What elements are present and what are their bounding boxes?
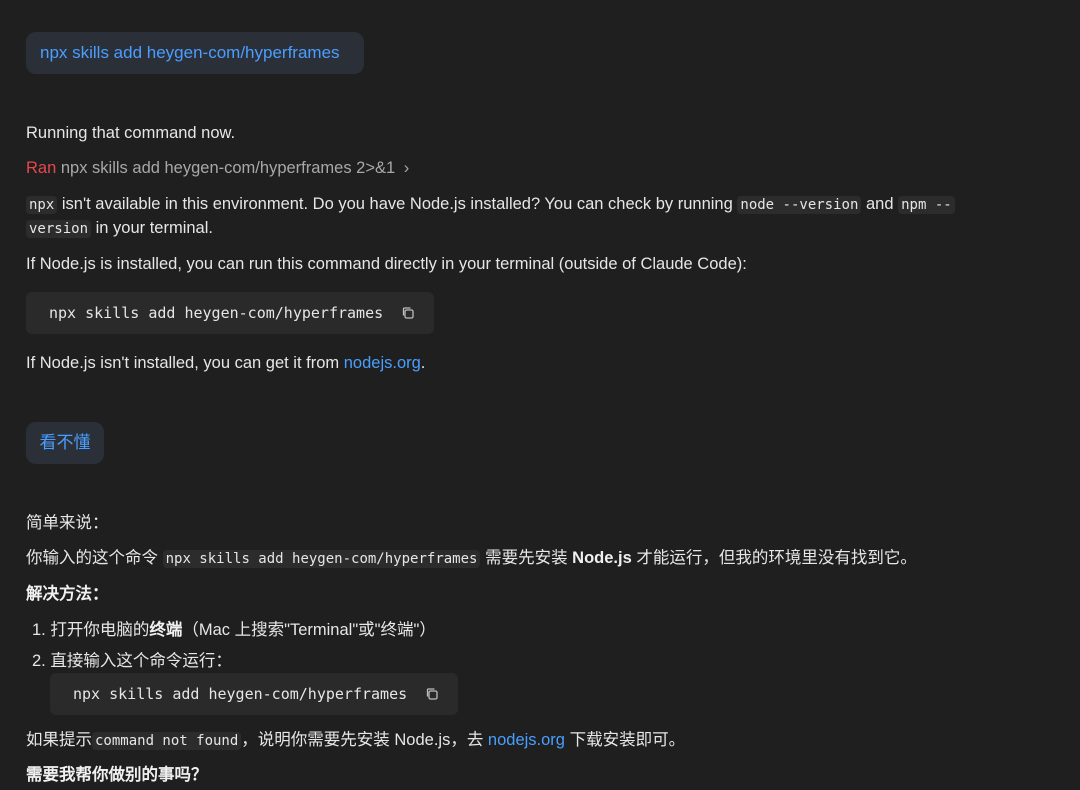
user-message-text-2: 看不懂 [39, 433, 91, 452]
assistant-paragraph-3: If Node.js isn't installed, you can get … [26, 354, 426, 372]
copy-icon[interactable] [425, 687, 439, 701]
inline-code-npx: npx [26, 196, 58, 214]
nodejs-link-2[interactable]: nodejs.org [488, 731, 565, 749]
assistant-hint: 如果提示 command not found ，说明你需要先安装 Node.js，去… [26, 731, 686, 750]
inline-code-npm-version-cont: version [26, 220, 92, 238]
assistant-paragraph-1: npx isn't available in this environment.… [26, 192, 955, 217]
closing-question: 需要我帮你做别的事吗？ [26, 766, 208, 784]
inline-code-command: npx skills add heygen-com/hyperframes [162, 550, 481, 568]
code-block-2: npx skills add heygen-com/hyperframes [50, 673, 458, 715]
assistant-paragraph-2: If Node.js is installed, you can run thi… [26, 255, 747, 273]
inline-code-node-version: node --version [737, 196, 862, 214]
chat-transcript: npx skills add heygen-com/hyperframes Ru… [0, 0, 1080, 790]
tool-call-row[interactable]: Ran npx skills add heygen-com/hyperframe… [26, 156, 409, 180]
assistant-explanation: 你输入的这个命令 npx skills add heygen-com/hyper… [26, 549, 917, 568]
inline-code-npm-version: npm -- [898, 196, 955, 214]
code-block-text: npx skills add heygen-com/hyperframes [73, 685, 408, 703]
copy-icon[interactable] [401, 306, 415, 320]
user-message-text: npx skills add heygen-com/hyperframes [40, 43, 340, 62]
nodejs-link[interactable]: nodejs.org [344, 354, 421, 372]
code-block-text: npx skills add heygen-com/hyperframes [49, 304, 384, 322]
assistant-paragraph-1-cont: version in your terminal. [26, 216, 213, 241]
assistant-intro: Running that command now. [26, 124, 236, 142]
list-item: 1. 打开你电脑的终端（Mac 上搜索"Terminal"或"终端"） [32, 621, 436, 639]
chevron-right-icon[interactable]: › [404, 159, 410, 177]
inline-code-not-found: command not found [92, 732, 242, 750]
tool-call-command: npx skills add heygen-com/hyperframes 2>… [60, 159, 396, 177]
assistant-summary: 简单来说： [26, 514, 109, 532]
list-item: 2. 直接输入这个命令运行： [32, 652, 232, 670]
user-message-bubble: npx skills add heygen-com/hyperframes [26, 32, 364, 74]
user-message-bubble-2: 看不懂 [26, 422, 104, 464]
tool-call-verb: Ran [26, 159, 57, 177]
solution-heading: 解决方法： [26, 585, 109, 603]
code-block: npx skills add heygen-com/hyperframes [26, 292, 434, 334]
